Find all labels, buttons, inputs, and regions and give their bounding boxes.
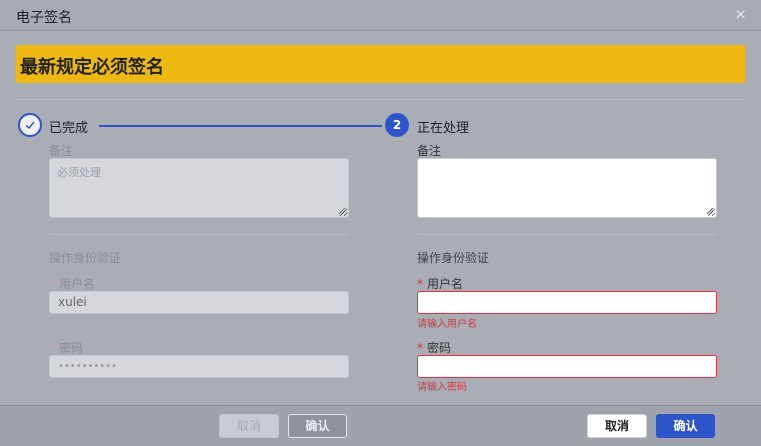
left-remark-label: 备注 [49,144,74,158]
resize-grip-icon[interactable] [706,207,714,215]
password-error-message: 请输入密码 [417,382,467,393]
left-username-input: xulei [49,291,349,314]
dialog-footer: 取消 确认 取消 确认 [0,405,761,446]
resize-grip-icon [338,207,346,215]
required-mark: * [49,277,55,291]
left-divider [49,234,349,235]
cancel-button[interactable]: 取消 [587,414,647,438]
confirm-button[interactable]: 确认 [656,414,715,438]
right-username-label: * 用户名 [417,275,463,292]
required-mark: * [49,341,55,355]
left-auth-section-title: 操作身份验证 [49,251,122,265]
right-password-label: * 密码 [417,339,451,356]
notice-banner: 最新规定必须签名 [16,45,745,83]
close-icon[interactable]: × [734,6,747,22]
left-password-input: •••••••••• [49,355,349,378]
step-connector-line [99,125,382,127]
step-1-label: 已完成 [49,121,89,136]
right-divider [417,234,717,235]
right-password-input[interactable] [417,355,717,378]
required-mark: * [417,341,423,355]
required-mark: * [417,277,423,291]
right-remark-label: 备注 [417,144,442,158]
left-password-label-text: 密码 [59,341,84,355]
left-username-label: * 用户名 [49,275,95,292]
left-username-label-text: 用户名 [59,277,96,291]
right-password-label-text: 密码 [427,341,452,355]
left-remark-text: 必须处理 [57,166,101,179]
dialog-title: 电子签名 [16,10,72,26]
step-2-label: 正在处理 [417,121,470,136]
right-username-input[interactable] [417,291,717,314]
left-confirm-button: 确认 [288,414,347,438]
dialog-titlebar: 电子签名 × [0,0,761,31]
divider [16,99,745,100]
username-error-message: 请输入用户名 [417,319,477,330]
step-2-circle: 2 [385,113,409,137]
right-auth-section-title: 操作身份验证 [417,251,490,265]
notice-banner-text: 最新规定必须签名 [20,57,164,78]
check-icon [25,121,35,129]
step-1-circle [18,113,42,137]
electronic-signature-dialog: 电子签名 × 最新规定必须签名 已完成 2 正在处理 备注 必须处理 操作身份验… [0,0,761,446]
left-remark-textarea: 必须处理 [49,158,349,218]
left-password-label: * 密码 [49,339,83,356]
right-username-label-text: 用户名 [427,277,464,291]
left-cancel-button: 取消 [219,414,279,438]
right-remark-textarea[interactable] [417,158,717,218]
